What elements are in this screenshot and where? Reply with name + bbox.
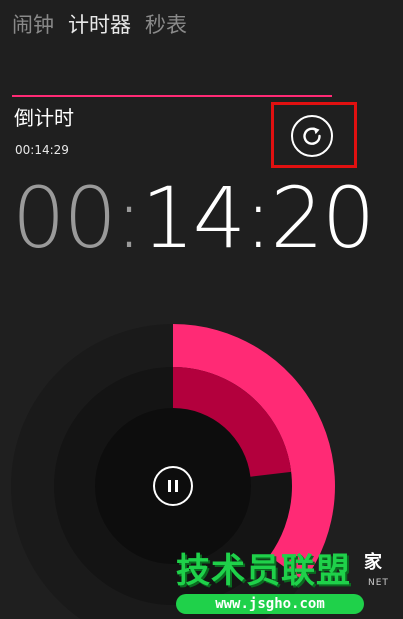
watermark: 技术员联盟 家 NET www.jsgho.com [176, 550, 403, 619]
pause-button[interactable] [153, 466, 193, 506]
pause-icon [168, 480, 178, 492]
tab-bar: 闹钟 计时器 秒表 [12, 10, 187, 40]
watermark-url: www.jsgho.com [176, 594, 364, 614]
timer-name: 倒计时 [14, 106, 74, 130]
tab-alarm[interactable]: 闹钟 [12, 10, 54, 40]
tab-stopwatch[interactable]: 秒表 [145, 10, 187, 40]
remaining-hours: 00 [12, 169, 117, 267]
watermark-title: 技术员联盟 [176, 551, 351, 591]
remaining-time-display: 00:14:20 [12, 168, 375, 268]
remaining-minutes-seconds: 14:20 [141, 169, 375, 267]
watermark-net: NET [368, 578, 389, 588]
remaining-separator: : [114, 169, 143, 267]
timer-accent-line [12, 95, 332, 97]
reset-button[interactable] [291, 115, 333, 157]
timer-set-duration: 00:14:29 [15, 143, 69, 157]
watermark-extra: 家 [364, 552, 382, 573]
refresh-icon [303, 127, 321, 145]
tab-timer[interactable]: 计时器 [68, 10, 131, 40]
